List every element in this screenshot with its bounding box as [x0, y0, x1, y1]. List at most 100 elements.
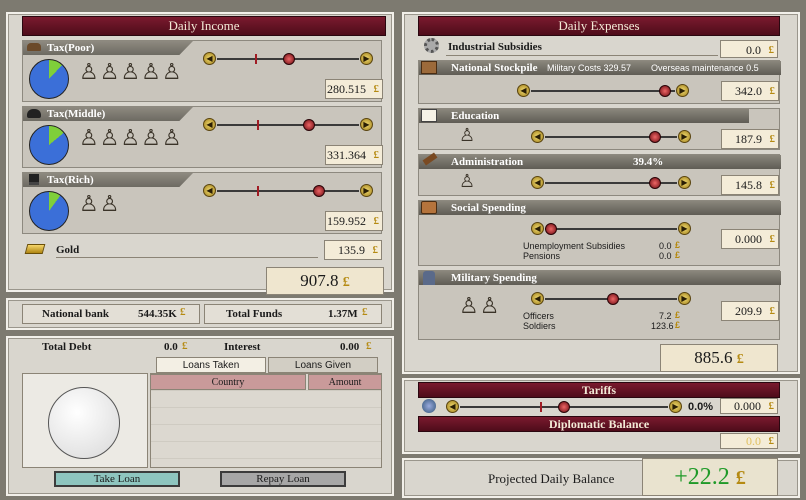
slider-right-icon[interactable]: ▶ — [669, 400, 682, 413]
diplomatic-title: Diplomatic Balance — [418, 416, 780, 432]
gold-bar-icon — [24, 244, 46, 254]
gear-icon — [424, 38, 439, 53]
slider-left-icon[interactable]: ◀ — [531, 130, 544, 143]
military-section: Military Spending ♙♙ ◀ ▶ Officers 7.2 £ … — [418, 270, 781, 340]
total-debt-label: Total Debt — [42, 341, 92, 353]
tab-loans-taken[interactable]: Loans Taken — [156, 357, 266, 373]
tax-middle-title: Tax(Middle) — [23, 107, 193, 121]
tax-rich-knob[interactable] — [313, 185, 325, 197]
national-bank-value: 544.35K — [138, 308, 177, 320]
crate-icon — [421, 61, 437, 74]
interest-value: 0.00 — [340, 341, 360, 353]
slider-left-icon[interactable]: ◀ — [531, 176, 544, 189]
education-value: 187.9 £ — [721, 129, 779, 149]
slider-left-icon[interactable]: ◀ — [531, 292, 544, 305]
military-knob[interactable] — [607, 293, 619, 305]
military-slider[interactable]: ◀ ▶ — [531, 291, 691, 307]
tax-poor-label: Tax(Poor) — [47, 42, 95, 54]
col-country-header[interactable]: Country — [150, 374, 306, 390]
unemployment-label: Unemployment Subsidies — [523, 241, 626, 251]
expenses-total: 885.6 £ — [660, 344, 778, 372]
tax-rich-title: Tax(Rich) — [23, 173, 193, 187]
tax-rich-value: 159.952 £ — [325, 211, 383, 231]
industrial-value: 0.0 £ — [720, 40, 778, 58]
education-slider[interactable]: ◀ ▶ — [531, 129, 691, 145]
slider-right-icon[interactable]: ▶ — [360, 52, 373, 65]
slider-left-icon[interactable]: ◀ — [203, 52, 216, 65]
military-value: 209.9 £ — [721, 301, 779, 321]
administration-slider[interactable]: ◀ ▶ — [531, 175, 691, 191]
industrial-label: Industrial Subsidies — [448, 41, 542, 53]
slider-left-icon[interactable]: ◀ — [446, 400, 459, 413]
military-costs-text: Military Costs 329.57 — [547, 63, 632, 73]
tax-rich-pie — [29, 191, 69, 231]
tariffs-knob[interactable] — [558, 401, 570, 413]
tax-poor-pie — [29, 59, 69, 99]
tax-rich-label: Tax(Rich) — [47, 174, 94, 186]
tax-middle-slider[interactable]: ◀ ▶ — [203, 117, 373, 133]
administration-percent: 39.4% — [633, 156, 664, 168]
hat-icon — [27, 43, 41, 51]
military-label: Military Spending — [451, 272, 537, 284]
expenses-title: Daily Expenses — [418, 16, 780, 36]
bowler-hat-icon — [27, 109, 41, 118]
stockpile-knob[interactable] — [659, 85, 671, 97]
slider-right-icon[interactable]: ▶ — [678, 292, 691, 305]
social-value: 0.000 £ — [721, 229, 779, 249]
national-bank-label: National bank — [42, 308, 109, 320]
administration-knob[interactable] — [649, 177, 661, 189]
administration-section: Administration 39.4% ♙ ◀ ▶ 145.8 £ — [418, 152, 781, 196]
social-section: Social Spending ◀ ▶ Unemployment Subsidi… — [418, 200, 781, 266]
unemployment-value: 0.0 — [659, 241, 672, 251]
bureaucrat-pop-icon: ♙ — [459, 171, 477, 191]
officers-label: Officers — [523, 311, 554, 321]
projected-label: Projected Daily Balance — [488, 471, 615, 486]
slider-left-icon[interactable]: ◀ — [517, 84, 530, 97]
social-slider[interactable]: ◀ ▶ — [531, 221, 691, 237]
education-label: Education — [451, 110, 500, 122]
total-debt-value: 0.0 — [164, 341, 178, 353]
social-icon — [421, 201, 437, 214]
diplomatic-value: 0.0 £ — [720, 433, 778, 449]
tax-poor-value: 280.515 £ — [325, 79, 383, 99]
soldiers-value: 123.6 — [651, 321, 674, 331]
soldiers-label: Soldiers — [523, 321, 556, 331]
tax-middle-knob[interactable] — [303, 119, 315, 131]
administration-value: 145.8 £ — [721, 175, 779, 195]
col-amount-header[interactable]: Amount — [308, 374, 382, 390]
pensions-label: Pensions — [523, 251, 561, 261]
slider-right-icon[interactable]: ▶ — [678, 222, 691, 235]
middle-pops-icon: ♙♙♙♙♙ — [79, 125, 183, 150]
income-total: 907.8 £ — [266, 267, 384, 295]
slider-left-icon[interactable]: ◀ — [203, 184, 216, 197]
slider-right-icon[interactable]: ▶ — [360, 118, 373, 131]
slider-left-icon[interactable]: ◀ — [531, 222, 544, 235]
social-knob[interactable] — [545, 223, 557, 235]
poor-pops-icon: ♙♙♙♙♙ — [79, 59, 183, 84]
tax-poor-slider[interactable]: ◀ ▶ — [203, 51, 373, 67]
slider-right-icon[interactable]: ▶ — [676, 84, 689, 97]
tab-loans-given[interactable]: Loans Given — [268, 357, 378, 373]
tariffs-slider[interactable]: ◀ ▶ — [446, 399, 682, 415]
interest-label: Interest — [224, 341, 261, 353]
take-loan-button[interactable]: Take Loan — [54, 471, 180, 487]
tax-middle-label: Tax(Middle) — [47, 108, 106, 120]
projected-value-box: +22.2 £ — [642, 458, 778, 496]
tax-middle-value: 331.364 £ — [325, 145, 383, 165]
tax-rich-slider[interactable]: ◀ ▶ — [203, 183, 373, 199]
stockpile-slider[interactable]: ◀ ▶ — [517, 83, 689, 99]
repay-loan-button[interactable]: Repay Loan — [220, 471, 346, 487]
tax-poor-knob[interactable] — [283, 53, 295, 65]
slider-right-icon[interactable]: ▶ — [678, 130, 691, 143]
slider-right-icon[interactable]: ▶ — [360, 184, 373, 197]
slider-left-icon[interactable]: ◀ — [203, 118, 216, 131]
officers-value: 7.2 — [659, 311, 672, 321]
income-title: Daily Income — [22, 16, 386, 36]
total-funds-value: 1.37M — [328, 308, 358, 320]
slider-right-icon[interactable]: ▶ — [678, 176, 691, 189]
empty-flag-circle — [48, 387, 120, 459]
gold-label: Gold — [56, 244, 80, 256]
tax-middle-section: Tax(Middle) ♙♙♙♙♙ ◀ ▶ 331.364 £ — [22, 106, 383, 168]
education-knob[interactable] — [649, 131, 661, 143]
military-pops-icon: ♙♙ — [459, 293, 501, 318]
